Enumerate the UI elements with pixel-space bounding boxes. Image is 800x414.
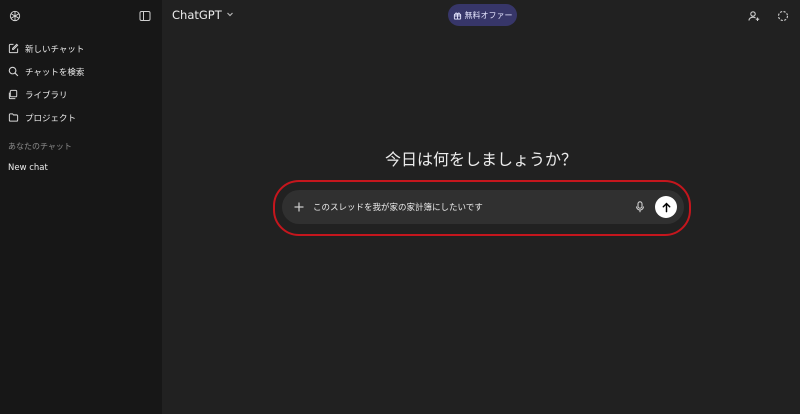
temporary-chat-icon[interactable] — [775, 8, 791, 24]
model-selector[interactable]: ChatGPT — [172, 8, 234, 22]
sidebar-item-library[interactable]: ライブラリ — [0, 83, 162, 106]
chat-history-heading: あなたのチャット — [8, 142, 72, 151]
sidebar-menu: 新しいチャット チャットを検索 ライブラリ プロジェクト — [0, 37, 162, 129]
gift-icon — [453, 11, 462, 20]
sidebar-top — [0, 0, 162, 32]
sidebar-item-label: ライブラリ — [25, 90, 68, 101]
top-bar: ChatGPT 無料オファー — [162, 0, 800, 32]
openai-logo-icon[interactable] — [7, 8, 23, 24]
sidebar: 新しいチャット チャットを検索 ライブラリ プロジェクト あなたのチャット Ne… — [0, 0, 162, 414]
library-icon — [8, 89, 20, 101]
offer-label: 無料オファー — [464, 10, 513, 20]
sidebar-item-label: プロジェクト — [25, 113, 77, 124]
sidebar-item-new-chat[interactable]: 新しいチャット — [0, 37, 162, 60]
top-right-actions — [746, 8, 791, 24]
prompt-input[interactable]: このスレッドを我が家の家計簿にしたいです — [313, 201, 635, 213]
microphone-icon[interactable] — [635, 201, 645, 213]
plus-icon[interactable] — [292, 202, 306, 212]
account-icon[interactable] — [746, 8, 762, 24]
sidebar-item-label: チャットを検索 — [25, 67, 85, 78]
search-icon — [8, 66, 20, 78]
model-name: ChatGPT — [172, 8, 222, 22]
send-button[interactable] — [655, 196, 677, 218]
sidebar-item-projects[interactable]: プロジェクト — [0, 106, 162, 129]
project-folder-icon — [8, 112, 20, 124]
new-chat-icon — [8, 43, 20, 55]
chat-history-item[interactable]: New chat — [0, 161, 162, 175]
composer: このスレッドを我が家の家計簿にしたいです — [282, 190, 684, 224]
free-offer-button[interactable]: 無料オファー — [448, 4, 517, 26]
sidebar-item-search-chats[interactable]: チャットを検索 — [0, 60, 162, 83]
sidebar-item-label: 新しいチャット — [25, 44, 85, 55]
page-title: 今日は何をしましょうか？ — [384, 150, 577, 169]
arrow-up-icon — [662, 202, 670, 212]
sidebar-toggle-icon[interactable] — [137, 8, 153, 24]
chevron-down-icon — [226, 10, 234, 20]
